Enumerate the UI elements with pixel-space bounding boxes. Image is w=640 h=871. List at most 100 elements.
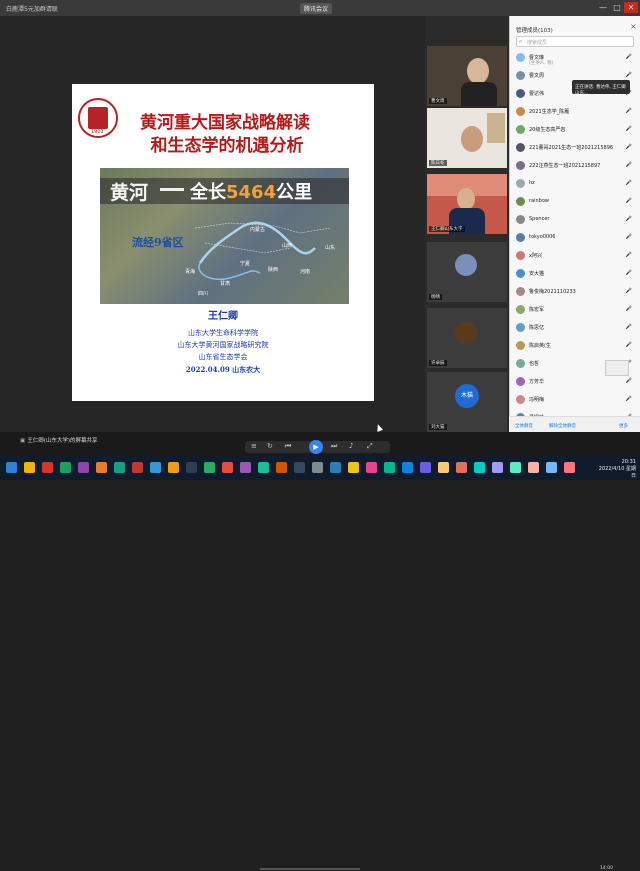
microphone-muted-icon[interactable]: 🎤 [626,324,632,330]
taskbar-app-icon[interactable] [24,462,35,473]
taskbar-app-icon[interactable] [438,462,449,473]
unmute-all-button[interactable]: 解除全体静音 [549,423,576,429]
member-name: 安大猫 [529,271,545,277]
taskbar-app-icon[interactable] [168,462,179,473]
taskbar-app-icon[interactable] [474,462,485,473]
taskbar-app-icon[interactable] [510,462,521,473]
taskbar-app-icon[interactable] [564,462,575,473]
member-row[interactable]: 安大猫 🎤 [516,268,634,279]
taskbar-app-icon[interactable] [492,462,503,473]
microphone-muted-icon[interactable]: 🎤 [626,216,632,222]
video-tile[interactable]: 王仁卿山东大学 [427,174,507,234]
fullscreen-icon[interactable]: ⤢ [367,442,373,451]
taskbar-app-icon[interactable] [42,462,53,473]
member-row[interactable]: x阿兴 🎤 [516,250,634,261]
play-button[interactable]: ▶ [309,440,323,454]
progress-track[interactable] [260,868,360,870]
mute-all-button[interactable]: 全体静音 [515,423,533,429]
microphone-muted-icon[interactable]: 🎤 [626,396,632,402]
member-row[interactable]: rainbow 🎤 [516,196,634,207]
maximize-button[interactable]: □ [610,2,624,13]
taskbar-app-icon[interactable] [186,462,197,473]
taskbar-app-icon[interactable] [60,462,71,473]
microphone-muted-icon[interactable]: 🎤 [626,126,632,132]
taskbar-app-icon[interactable] [330,462,341,473]
taskbar-clock[interactable]: 20:31 2022/4/10 星期日 [598,459,636,479]
taskbar-app-icon[interactable] [384,462,395,473]
share-time: 14:00 [600,866,613,871]
window-center-title[interactable]: 腾讯会议 [300,3,333,14]
taskbar-app-icon[interactable] [294,462,305,473]
member-row[interactable]: 20级生态高严岩 🎤 [516,124,634,135]
member-row[interactable]: tokyo0006 🎤 [516,232,634,243]
taskbar-app-icon[interactable] [132,462,143,473]
previous-icon[interactable]: ⏮ [285,442,291,451]
taskbar-app-icon[interactable] [150,462,161,473]
microphone-muted-icon[interactable]: 🎤 [626,252,632,258]
member-name: 曹文周 [529,73,545,79]
playlist-icon[interactable]: ≡ [251,442,257,450]
floating-toolbar[interactable] [605,360,629,376]
taskbar-app-icon[interactable] [204,462,215,473]
start-icon[interactable] [6,462,17,473]
taskbar-app-icon[interactable] [276,462,287,473]
taskbar-app-icon[interactable] [114,462,125,473]
member-avatar [516,197,525,206]
microphone-muted-icon[interactable]: 🎤 [626,162,632,168]
video-tile[interactable]: 木猫 刘大猫 [427,372,507,432]
video-tile[interactable]: 许卓辰 [427,308,507,368]
video-tile-name: 王仁卿山东大学 [429,226,465,232]
video-tile[interactable]: 杨晴 [427,242,507,302]
taskbar-app-icon[interactable] [258,462,269,473]
close-icon[interactable]: × [630,22,637,31]
taskbar-app-icon[interactable] [366,462,377,473]
video-tile[interactable]: 陈日冬 [427,108,507,168]
member-row[interactable]: 221董哥2021生态一班2021215896 🎤 [516,142,634,153]
member-row[interactable]: hz 🎤 [516,178,634,189]
member-name: Spencer [529,216,550,222]
member-row[interactable]: 冯明梅 🎤 [516,394,634,405]
microphone-muted-icon[interactable]: 🎤 [626,144,632,150]
taskbar-app-icon[interactable] [348,462,359,473]
microphone-muted-icon[interactable]: 🎤 [626,180,632,186]
taskbar-app-icon[interactable] [402,462,413,473]
microphone-muted-icon[interactable]: 🎤 [626,198,632,204]
member-row[interactable]: 陈思亿 🎤 [516,322,634,333]
taskbar-app-icon[interactable] [222,462,233,473]
minimize-button[interactable]: — [596,2,610,13]
microphone-muted-icon[interactable]: 🎤 [626,306,632,312]
member-row[interactable]: 陈启英(生 🎤 [516,340,634,351]
close-button[interactable]: ✕ [624,2,638,13]
microphone-muted-icon[interactable]: 🎤 [626,378,632,384]
map-length-number: 5464 [226,182,277,203]
taskbar-app-icon[interactable] [312,462,323,473]
taskbar-app-icon[interactable] [96,462,107,473]
taskbar-app-icon[interactable] [78,462,89,473]
member-row[interactable]: 鲁俊梅2021110233 🎤 [516,286,634,297]
taskbar-app-icon[interactable] [528,462,539,473]
member-row[interactable]: 222汪燕生态一班2021215897 🎤 [516,160,634,171]
microphone-muted-icon[interactable]: 🎤 [626,234,632,240]
taskbar-app-icon[interactable] [420,462,431,473]
member-row[interactable]: 2021生态学_陈雁 🎤 [516,106,634,117]
microphone-muted-icon[interactable]: 🎤 [626,72,632,78]
member-row[interactable]: 曹文琳 (主持人, 我) 🎤 [516,52,634,66]
taskbar-app-icon[interactable] [546,462,557,473]
volume-icon[interactable]: ♪ [349,442,353,450]
microphone-muted-icon[interactable]: 🎤 [626,270,632,276]
more-button[interactable]: 更多 [619,423,628,429]
loop-icon[interactable]: ↻ [267,442,273,450]
map-label: 青海 [185,269,196,275]
microphone-muted-icon[interactable]: 🎤 [626,54,632,60]
member-row[interactable]: Spencer 🎤 [516,214,634,225]
video-tile[interactable]: 曹文周 [427,46,507,106]
taskbar-app-icon[interactable] [240,462,251,473]
next-icon[interactable]: ⏭ [331,442,337,451]
member-row[interactable]: 方芳华 🎤 [516,376,634,387]
member-search-input[interactable]: ⌕ 搜索成员 [516,36,634,47]
member-row[interactable]: 陈宏军 🎤 [516,304,634,315]
microphone-muted-icon[interactable]: 🎤 [626,108,632,114]
microphone-muted-icon[interactable]: 🎤 [626,288,632,294]
taskbar-app-icon[interactable] [456,462,467,473]
microphone-muted-icon[interactable]: 🎤 [626,342,632,348]
